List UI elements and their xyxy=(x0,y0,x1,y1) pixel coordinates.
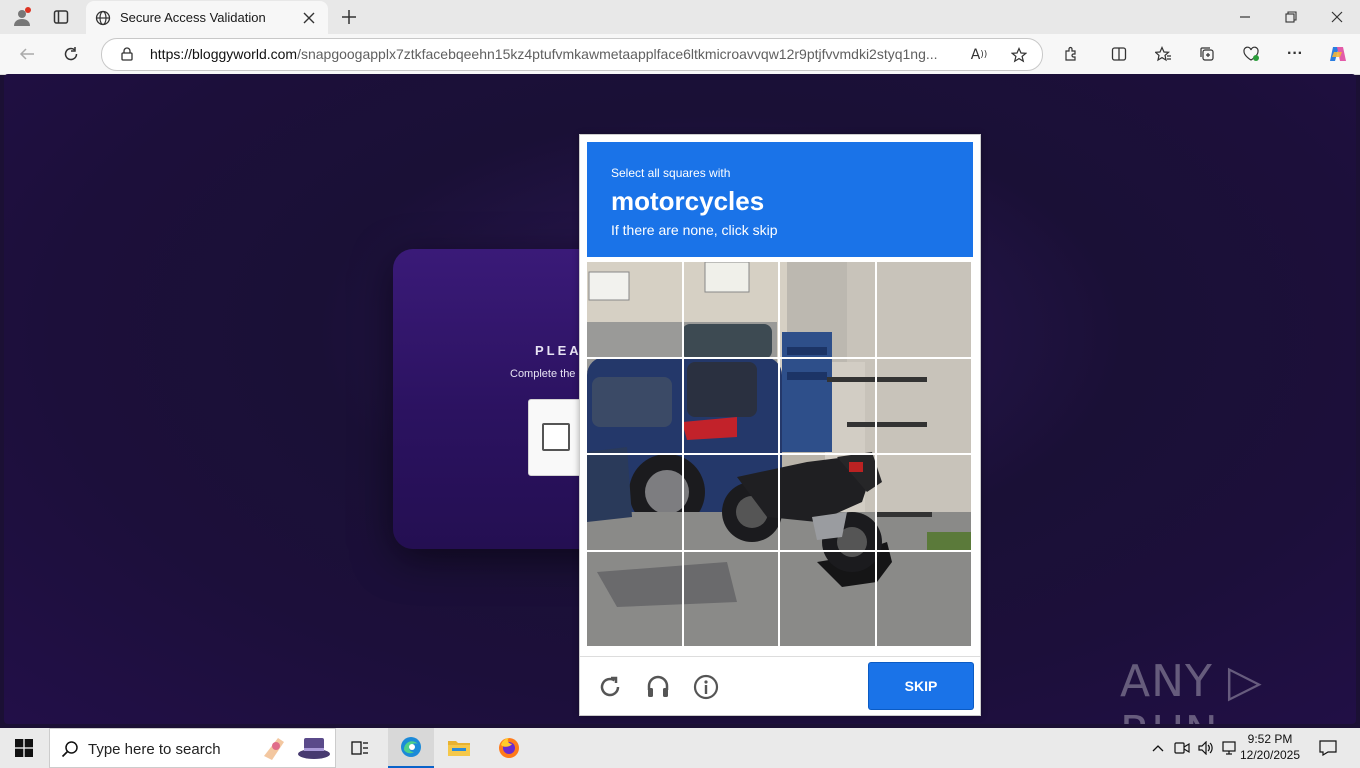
robot-checkbox[interactable] xyxy=(542,423,570,451)
globe-icon xyxy=(94,9,112,27)
captcha-tile-5[interactable] xyxy=(587,358,682,453)
edge-taskbar-icon[interactable] xyxy=(388,728,434,768)
favorite-star-icon[interactable] xyxy=(1008,44,1030,66)
reload-challenge-icon[interactable] xyxy=(596,673,624,701)
search-highlight-icon[interactable] xyxy=(260,732,334,766)
card-subtitle: Complete the xyxy=(510,368,576,380)
captcha-tile-13[interactable] xyxy=(587,551,682,646)
captcha-challenge: Select all squares with motorcycles If t… xyxy=(579,134,981,716)
captcha-header: Select all squares with motorcycles If t… xyxy=(587,142,973,257)
tab-title: Secure Access Validation xyxy=(120,10,266,25)
file-explorer-icon[interactable] xyxy=(442,734,476,762)
audio-challenge-icon[interactable] xyxy=(644,673,672,701)
extensions-icon[interactable] xyxy=(1058,41,1084,67)
show-hidden-icons-icon[interactable] xyxy=(1148,738,1168,758)
collections-icon[interactable] xyxy=(1194,41,1220,67)
system-clock[interactable]: 9:52 PM 12/20/2025 xyxy=(1236,731,1304,763)
captcha-tile-7[interactable] xyxy=(780,358,875,453)
taskbar-search[interactable]: Type here to search xyxy=(49,728,336,768)
taskbar: Type here to search 9:52 PM 12/20/2025 xyxy=(0,728,1360,768)
lock-icon[interactable] xyxy=(118,45,136,63)
windows-start-icon[interactable] xyxy=(0,728,48,768)
close-tab-icon[interactable] xyxy=(300,9,318,27)
anyrun-watermark: ANY ▷ RUN xyxy=(1120,656,1263,724)
captcha-tile-1[interactable] xyxy=(587,262,682,357)
captcha-hint: If there are none, click skip xyxy=(611,222,778,238)
volume-icon[interactable] xyxy=(1196,738,1216,758)
favorites-icon[interactable] xyxy=(1150,41,1176,67)
profile-icon[interactable] xyxy=(8,4,36,30)
captcha-tile-6[interactable] xyxy=(683,358,778,453)
skip-button[interactable]: SKIP xyxy=(869,663,973,709)
minimize-icon[interactable] xyxy=(1230,4,1260,30)
captcha-target: motorcycles xyxy=(611,186,765,216)
captcha-tile-2[interactable] xyxy=(683,262,778,357)
close-window-icon[interactable] xyxy=(1322,4,1352,30)
split-screen-icon[interactable] xyxy=(1106,41,1132,67)
captcha-grid xyxy=(587,262,973,648)
captcha-tile-4[interactable] xyxy=(876,262,971,357)
notifications-icon[interactable] xyxy=(1316,736,1340,760)
meet-now-icon[interactable] xyxy=(1172,738,1192,758)
browser-essentials-icon[interactable] xyxy=(1238,41,1264,67)
address-bar[interactable]: https://bloggyworld.com/snapgoogapplx7zt… xyxy=(101,38,1043,71)
search-placeholder: Type here to search xyxy=(88,741,221,758)
url-text[interactable]: https://bloggyworld.com/snapgoogapplx7zt… xyxy=(150,46,950,62)
clock-date: 12/20/2025 xyxy=(1239,748,1301,762)
info-icon[interactable] xyxy=(692,673,720,701)
captcha-tile-10[interactable] xyxy=(683,455,778,550)
new-tab-icon[interactable] xyxy=(336,4,362,30)
captcha-tile-14[interactable] xyxy=(683,551,778,646)
clock-time: 9:52 PM xyxy=(1247,732,1293,746)
refresh-icon[interactable] xyxy=(58,41,84,67)
browser-toolbar: https://bloggyworld.com/snapgoogapplx7zt… xyxy=(0,34,1360,75)
tab-active[interactable]: Secure Access Validation xyxy=(86,1,328,34)
tab-actions-icon[interactable] xyxy=(48,4,74,30)
read-aloud-icon[interactable]: A)) xyxy=(968,44,990,66)
firefox-icon[interactable] xyxy=(492,734,526,762)
more-menu-icon[interactable]: ··· xyxy=(1282,41,1308,67)
captcha-tile-16[interactable] xyxy=(876,551,971,646)
captcha-tile-11[interactable] xyxy=(780,455,875,550)
captcha-instruction: Select all squares with xyxy=(611,166,731,180)
captcha-tile-9[interactable] xyxy=(587,455,682,550)
url-domain: https://bloggyworld.com xyxy=(150,46,298,62)
search-icon xyxy=(60,739,80,759)
captcha-footer: SKIP xyxy=(580,656,980,716)
captcha-tile-15[interactable] xyxy=(780,551,875,646)
copilot-icon[interactable] xyxy=(1325,41,1351,67)
url-path: /snapgoogapplx7ztkfacebqeehn15kz4ptufvmk… xyxy=(297,46,938,62)
restore-icon[interactable] xyxy=(1276,4,1306,30)
captcha-tile-3[interactable] xyxy=(780,262,875,357)
task-view-icon[interactable] xyxy=(346,734,374,762)
tab-bar: Secure Access Validation xyxy=(0,0,1360,34)
captcha-tile-12[interactable] xyxy=(876,455,971,550)
back-icon[interactable] xyxy=(14,41,40,67)
captcha-tile-8[interactable] xyxy=(876,358,971,453)
